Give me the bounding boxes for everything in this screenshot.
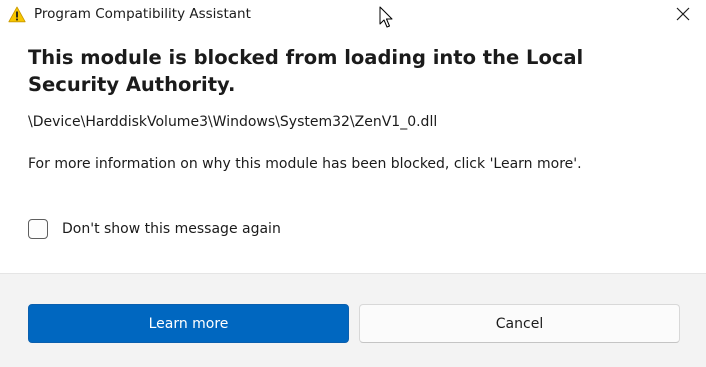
dialog-heading: This module is blocked from loading into… [28, 46, 584, 96]
dont-show-again-checkbox[interactable] [28, 219, 48, 239]
dont-show-again-option[interactable]: Don't show this message again [28, 217, 281, 241]
close-button[interactable] [660, 0, 706, 30]
info-message: For more information on why this module … [28, 156, 582, 172]
button-footer: Learn more Cancel [0, 273, 706, 367]
module-path: \Device\HarddiskVolume3\Windows\System32… [28, 114, 438, 130]
warning-icon [8, 6, 26, 23]
dialog-window: Program Compatibility Assistant This mod… [0, 0, 706, 367]
close-icon [676, 6, 690, 25]
cancel-button[interactable]: Cancel [359, 304, 680, 343]
learn-more-button[interactable]: Learn more [28, 304, 349, 343]
mouse-pointer-icon [379, 6, 395, 30]
title-bar: Program Compatibility Assistant [0, 0, 706, 30]
checkbox-label: Don't show this message again [62, 221, 281, 237]
window-title: Program Compatibility Assistant [34, 6, 251, 22]
